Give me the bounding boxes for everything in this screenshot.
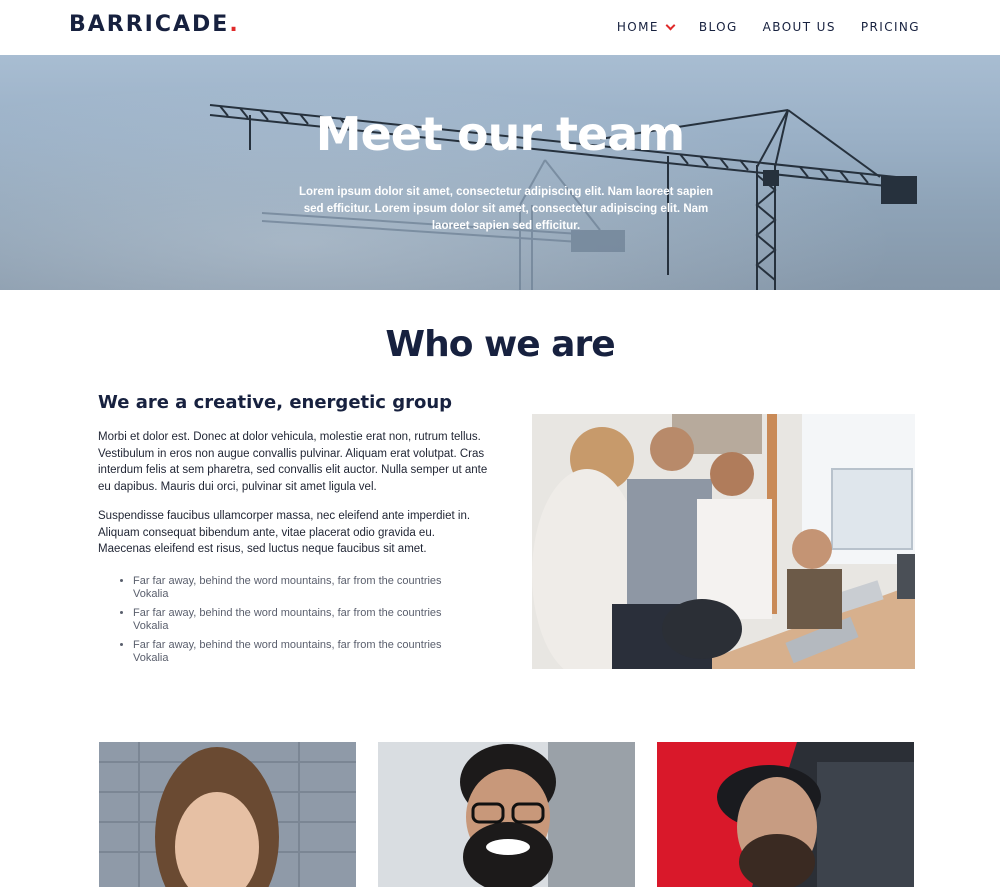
site-logo[interactable]: BARRICADE. <box>69 12 240 37</box>
chevron-down-icon[interactable] <box>665 20 676 30</box>
hero-description: Lorem ipsum dolor sit amet, consectetur … <box>298 186 714 232</box>
section-subtitle: We are a creative, energetic group <box>98 392 453 413</box>
hero-title: Meet our team <box>315 107 685 161</box>
section-title: Who we are <box>385 324 615 365</box>
nav-item-blog[interactable]: BLOG <box>699 20 738 34</box>
team-photo <box>532 414 915 669</box>
list-item: Far far away, behind the word mountains,… <box>133 639 463 665</box>
site-header: BARRICADE. HOME BLOG ABOUT US PRICING <box>0 0 1000 55</box>
nav-item-pricing[interactable]: PRICING <box>861 20 920 34</box>
team-member-card[interactable] <box>99 742 356 887</box>
team-photo-image <box>532 414 915 669</box>
hero-banner: Meet our team Lorem ipsum dolor sit amet… <box>0 55 1000 290</box>
logo-dot: . <box>229 12 240 37</box>
team-member-card[interactable] <box>657 742 914 887</box>
nav-item-label: HOME <box>616 20 659 34</box>
crane-illustration <box>209 104 917 290</box>
about-paragraph-1: Morbi et dolor est. Donec at dolor vehic… <box>98 431 488 494</box>
team-member-photo <box>378 742 635 887</box>
team-member-photo <box>657 742 914 887</box>
team-member-card[interactable] <box>378 742 635 887</box>
list-item: Far far away, behind the word mountains,… <box>133 575 463 601</box>
main-nav: HOME BLOG ABOUT US PRICING <box>592 20 920 34</box>
about-paragraph-2: Suspendisse faucibus ullamcorper massa, … <box>98 510 471 556</box>
nav-item-about-us[interactable]: ABOUT US <box>763 20 836 34</box>
feature-list: Far far away, behind the word mountains,… <box>133 575 463 671</box>
team-member-photo <box>99 742 356 887</box>
nav-item-home[interactable]: HOME <box>616 20 676 34</box>
list-item: Far far away, behind the word mountains,… <box>133 607 463 633</box>
logo-text: BARRICADE <box>69 12 230 37</box>
